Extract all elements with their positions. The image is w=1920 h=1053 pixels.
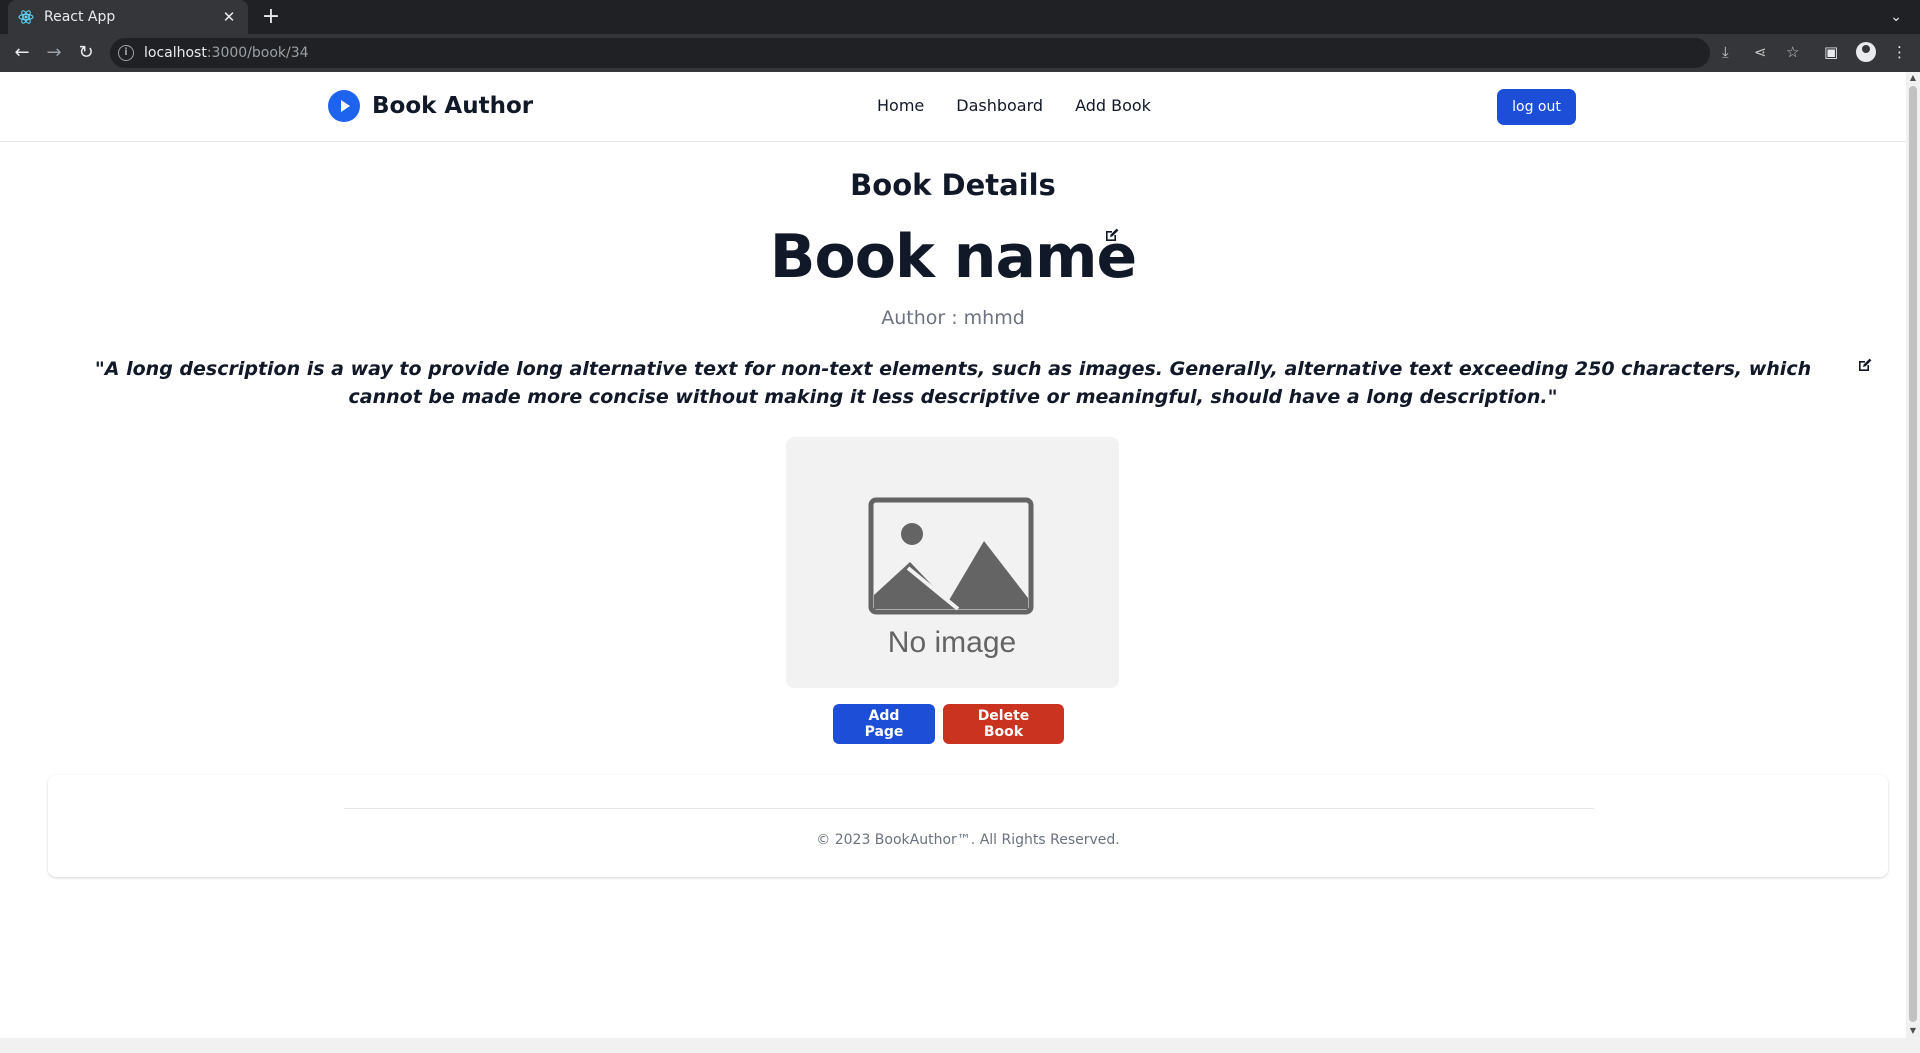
nav-links: Home Dashboard Add Book <box>877 96 1151 115</box>
scrollbar-thumb[interactable] <box>1909 86 1917 1022</box>
brand-link[interactable]: Book Author <box>328 90 533 122</box>
play-circle-icon <box>328 90 360 122</box>
reload-icon[interactable]: ↻ <box>74 41 98 65</box>
horizontal-scrollbar[interactable] <box>0 1038 1920 1053</box>
book-description: "A long description is a way to provide … <box>94 358 1812 408</box>
site-footer: © 2023 BookAuthor™. All Rights Reserved. <box>48 775 1888 877</box>
nav-link-home[interactable]: Home <box>877 96 924 115</box>
kebab-menu-icon[interactable]: ⋮ <box>1892 43 1907 61</box>
react-icon <box>18 9 34 25</box>
page-viewport: Book Author Home Dashboard Add Book log … <box>0 72 1906 1038</box>
chevron-down-icon[interactable]: ⌄ <box>1890 4 1902 30</box>
image-placeholder-icon: No image <box>868 497 1034 659</box>
browser-tab[interactable]: React App ✕ <box>8 0 248 34</box>
nav-link-dashboard[interactable]: Dashboard <box>956 96 1043 115</box>
footer-divider <box>344 808 1594 809</box>
edit-description-icon[interactable] <box>1857 357 1873 373</box>
share-icon[interactable]: ⋖ <box>1754 43 1767 61</box>
edit-title-icon[interactable] <box>1104 227 1120 243</box>
scroll-up-icon[interactable]: ▲ <box>1909 74 1917 82</box>
book-cover-image: No image <box>786 437 1119 688</box>
delete-book-button[interactable]: Delete Book <box>943 704 1064 744</box>
book-actions: Add Page Delete Book <box>833 704 1064 744</box>
site-navbar: Book Author Home Dashboard Add Book log … <box>0 72 1906 142</box>
url-host: localhost <box>144 45 207 61</box>
new-tab-icon[interactable]: + <box>258 4 284 30</box>
url-path: :3000/book/34 <box>206 45 309 61</box>
address-bar[interactable]: i localhost :3000/book/34 <box>110 38 1710 68</box>
back-arrow-icon[interactable]: ← <box>10 41 34 65</box>
add-page-button[interactable]: Add Page <box>833 704 935 744</box>
no-image-label: No image <box>888 626 1016 659</box>
book-author: Author : mhmd <box>881 307 1025 329</box>
profile-avatar-icon[interactable] <box>1856 42 1876 62</box>
side-panel-icon[interactable]: ▣ <box>1824 43 1838 61</box>
browser-toolbar: ← → ↻ i localhost :3000/book/34 ⤓ ⋖ ☆ ▣ … <box>0 34 1920 72</box>
close-icon[interactable]: ✕ <box>220 8 238 26</box>
bookmark-star-icon[interactable]: ☆ <box>1786 43 1799 61</box>
install-icon[interactable]: ⤓ <box>1722 43 1729 61</box>
logout-button[interactable]: log out <box>1497 89 1576 125</box>
section-title: Book Details <box>850 168 1056 202</box>
footer-copyright: © 2023 BookAuthor™. All Rights Reserved. <box>816 832 1120 848</box>
vertical-scrollbar[interactable]: ▲ ▼ <box>1906 72 1920 1038</box>
forward-arrow-icon[interactable]: → <box>42 41 66 65</box>
book-title: Book name <box>769 222 1137 292</box>
brand-name: Book Author <box>372 93 534 119</box>
nav-link-add-book[interactable]: Add Book <box>1075 96 1151 115</box>
tab-title: React App <box>44 9 116 25</box>
info-icon[interactable]: i <box>118 45 134 61</box>
browser-tabbar: React App ✕ + ⌄ <box>0 0 1920 34</box>
scroll-down-icon[interactable]: ▼ <box>1909 1027 1917 1035</box>
